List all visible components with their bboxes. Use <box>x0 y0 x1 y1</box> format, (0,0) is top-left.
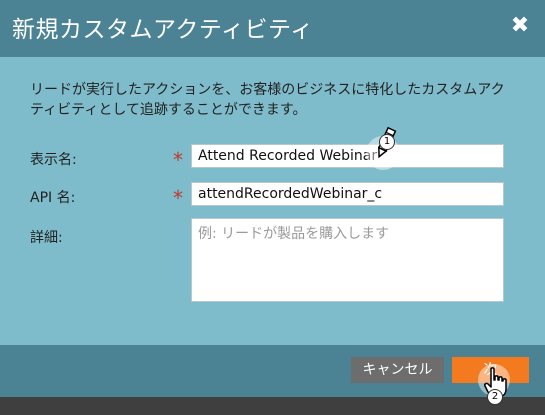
details-label: 詳細: <box>30 230 63 246</box>
api-name-input[interactable]: attendRecordedWebinar_c <box>191 182 504 206</box>
step-1-badge: 1 <box>379 134 395 150</box>
cancel-button[interactable]: キャンセル <box>351 357 444 383</box>
required-asterisk-icon: * <box>173 148 183 172</box>
details-textarea[interactable]: 例: リードが製品を購入します <box>191 218 504 302</box>
step-2-badge: 2 <box>487 389 503 405</box>
required-asterisk-icon: * <box>173 186 183 210</box>
api-name-label: API 名: <box>30 190 76 206</box>
close-icon[interactable]: ✖ <box>507 13 533 39</box>
details-placeholder: 例: リードが製品を購入します <box>198 226 390 242</box>
dialog-title: 新規カスタムアクティビティ <box>12 17 314 43</box>
custom-activity-dialog: 新規カスタムアクティビティ ✖ リードが実行したアクションを、お客様のビジネスに… <box>0 0 545 397</box>
display-name-input[interactable]: Attend Recorded Webinar <box>191 144 504 168</box>
dialog-description: リードが実行したアクションを、お客様のビジネスに特化したカスタムアクティビティと… <box>30 82 505 118</box>
display-name-label: 表示名: <box>30 152 77 168</box>
dialog-header: 新規カスタムアクティビティ ✖ <box>0 0 545 57</box>
